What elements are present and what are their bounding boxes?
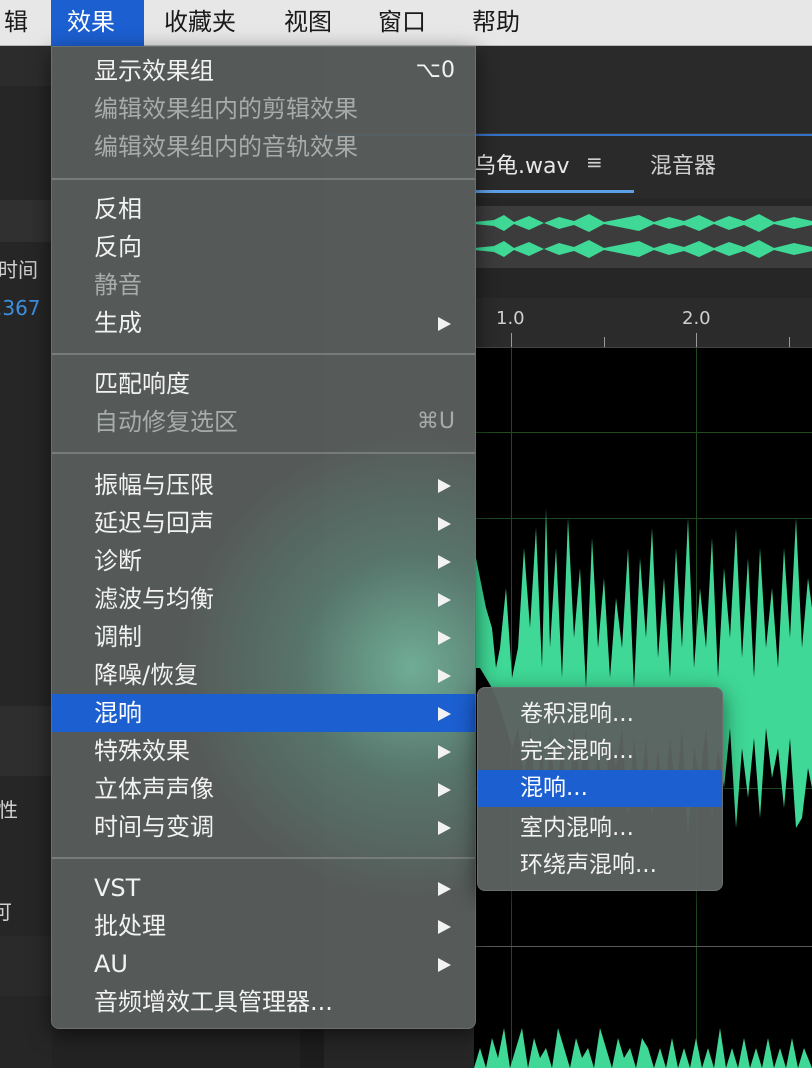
- left-toolbar: [0, 46, 52, 86]
- menu-item-vst[interactable]: VST: [52, 869, 475, 907]
- menu-item-edit-track-effects: 编辑效果组内的音轨效果: [94, 133, 358, 161]
- menu-item-label: 特殊效果: [94, 737, 190, 765]
- menu-item-delay-echo[interactable]: 延迟与回声: [52, 504, 475, 542]
- menu-item-time-pitch[interactable]: 时间与变调: [52, 808, 475, 846]
- menu-item-label: 振幅与压限: [94, 471, 214, 499]
- menubar-window[interactable]: 窗口: [368, 0, 436, 46]
- menu-item-diagnostics[interactable]: 诊断: [52, 542, 475, 580]
- menu-item-plugin-manager[interactable]: 音频增效工具管理器...: [52, 983, 475, 1021]
- menu-item-label: 显示效果组: [94, 57, 214, 85]
- submenu-arrow-icon: [438, 517, 451, 531]
- submenu-item-convolution-reverb[interactable]: 卷积混响...: [478, 696, 722, 733]
- shortcut-label: ⌥0: [415, 58, 455, 83]
- menu-bar: 辑 效果 收藏夹 视图 窗口 帮助: [0, 0, 812, 46]
- menu-item-label: 诊断: [94, 547, 142, 575]
- ruler-label-1: 1.0: [496, 308, 525, 329]
- menu-item-match-loudness[interactable]: 匹配响度: [52, 365, 475, 403]
- submenu-item-surround-reverb[interactable]: 环绕声混响...: [478, 847, 722, 884]
- shortcut-label: ⌘U: [416, 409, 455, 434]
- time-ruler[interactable]: 1.0 2.0: [474, 298, 812, 348]
- menu-item-reverb[interactable]: 混响: [52, 694, 475, 732]
- waveform-overview[interactable]: [474, 206, 812, 268]
- menu-item-show-effects-rack[interactable]: 显示效果组 ⌥0: [52, 52, 475, 90]
- menu-item-edit-clip-effects: 编辑效果组内的剪辑效果: [94, 95, 358, 123]
- submenu-arrow-icon: [438, 555, 451, 569]
- tab-file[interactable]: 乌龟.wav: [474, 148, 570, 180]
- properties-label: 性: [0, 798, 18, 822]
- tab-menu-icon[interactable]: ≡: [586, 150, 603, 174]
- menu-item-label: 生成: [94, 309, 142, 337]
- submenu-arrow-icon: [438, 783, 451, 797]
- tab-active-underline: [474, 190, 634, 193]
- menu-item-label: VST: [94, 874, 141, 902]
- menubar-favorites[interactable]: 收藏夹: [154, 0, 246, 46]
- menu-item-filter-eq[interactable]: 滤波与均衡: [52, 580, 475, 618]
- submenu-item-studio-reverb[interactable]: 室内混响...: [478, 810, 722, 847]
- menu-item-auto-heal: 自动修复选区 ⌘U: [52, 403, 475, 441]
- submenu-arrow-icon: [438, 920, 451, 934]
- ruler-tick: [789, 337, 790, 347]
- submenu-arrow-icon: [438, 593, 451, 607]
- overview-waveform-graphic: [474, 214, 812, 258]
- submenu-arrow-icon: [438, 958, 451, 972]
- menu-item-amplitude[interactable]: 振幅与压限: [52, 466, 475, 504]
- menu-item-label: 批处理: [94, 912, 166, 940]
- menu-item-silence: 静音: [94, 271, 142, 299]
- menubar-view[interactable]: 视图: [274, 0, 342, 46]
- time-header: 时间: [0, 258, 38, 282]
- menu-separator: [52, 857, 475, 859]
- menubar-effects[interactable]: 效果: [51, 0, 144, 46]
- submenu-arrow-icon: [438, 707, 451, 721]
- menu-item-label: 延迟与回声: [94, 509, 214, 537]
- menu-item-reverse[interactable]: 反向: [52, 228, 475, 266]
- menu-item-label: 时间与变调: [94, 813, 214, 841]
- menu-separator: [52, 178, 475, 180]
- submenu-arrow-icon: [438, 631, 451, 645]
- left-panel: 时间 .367 性 可: [0, 46, 52, 1068]
- menu-item-label: 混响: [94, 699, 142, 727]
- menu-item-label: AU: [94, 950, 128, 978]
- ruler-label-2: 2.0: [682, 308, 711, 329]
- menu-item-generate[interactable]: 生成: [52, 304, 475, 342]
- left-bottom-band: [0, 936, 52, 996]
- menu-item-label: 立体声声像: [94, 775, 214, 803]
- submenu-arrow-icon: [438, 479, 451, 493]
- menu-item-invert[interactable]: 反相: [52, 190, 475, 228]
- menu-item-label: 调制: [94, 623, 142, 651]
- menu-item-au[interactable]: AU: [52, 945, 475, 983]
- submenu-arrow-icon: [438, 317, 451, 331]
- submenu-arrow-icon: [438, 745, 451, 759]
- menu-item-batch[interactable]: 批处理: [52, 907, 475, 945]
- menu-item-noise-reduction[interactable]: 降噪/恢复: [52, 656, 475, 694]
- menu-item-label: 滤波与均衡: [94, 585, 214, 613]
- left-mid-band: [0, 706, 52, 776]
- submenu-arrow-icon: [438, 669, 451, 683]
- ruler-tick: [696, 333, 697, 347]
- submenu-arrow-icon: [438, 882, 451, 896]
- menu-item-label: 自动修复选区: [94, 408, 238, 436]
- submenu-arrow-icon: [438, 821, 451, 835]
- ruler-tick: [604, 337, 605, 347]
- tab-mixer[interactable]: 混音器: [650, 148, 716, 180]
- left-misc-label: 可: [0, 900, 12, 924]
- submenu-item-full-reverb[interactable]: 完全混响...: [478, 733, 722, 770]
- effects-menu: 显示效果组 ⌥0 编辑效果组内的剪辑效果 编辑效果组内的音轨效果 反相 反向 静…: [51, 46, 476, 1029]
- left-header-band: [0, 200, 52, 242]
- menu-item-stereo-imagery[interactable]: 立体声声像: [52, 770, 475, 808]
- menubar-help[interactable]: 帮助: [462, 0, 530, 46]
- reverb-submenu: 卷积混响... 完全混响... 混响... 室内混响... 环绕声混响...: [477, 687, 723, 891]
- time-value: .367: [0, 296, 41, 320]
- ruler-tick: [511, 333, 512, 347]
- menu-separator: [52, 452, 475, 454]
- menu-item-special[interactable]: 特殊效果: [52, 732, 475, 770]
- menu-item-label: 降噪/恢复: [94, 661, 199, 689]
- menu-item-modulation[interactable]: 调制: [52, 618, 475, 656]
- menubar-edit[interactable]: 辑: [0, 0, 38, 46]
- submenu-item-reverb[interactable]: 混响...: [478, 770, 722, 807]
- menu-separator: [52, 353, 475, 355]
